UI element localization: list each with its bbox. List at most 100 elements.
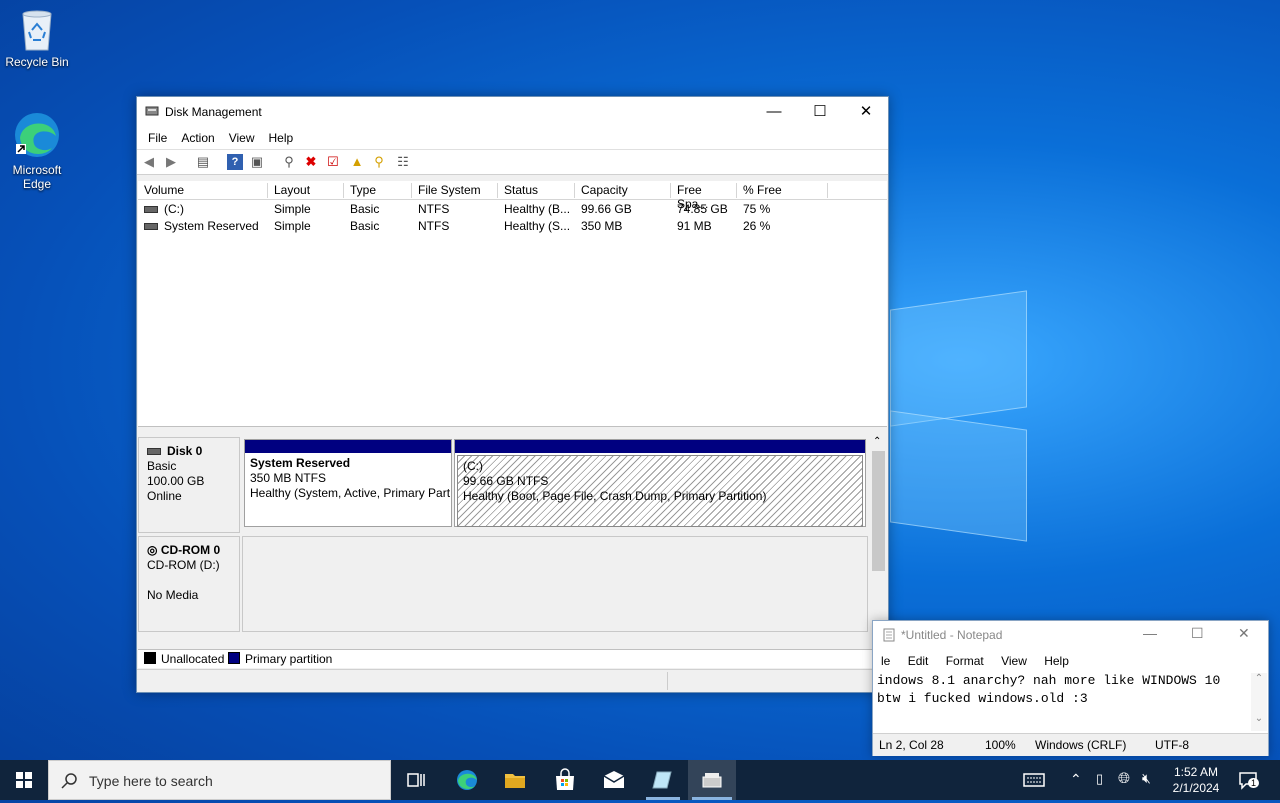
cdrom-icon: ◎ xyxy=(147,543,161,557)
cdrom-empty-area xyxy=(242,536,868,632)
disk-status: No Media xyxy=(147,588,199,602)
edge-icon[interactable] xyxy=(455,768,479,792)
column-header[interactable]: Volume xyxy=(138,183,268,198)
drive-icon xyxy=(144,223,158,231)
title-bar[interactable]: Disk Management — ☐ ✕ xyxy=(137,97,888,127)
folder-up-icon[interactable]: ▲ xyxy=(349,154,365,170)
volume-muted-icon[interactable]: 🔇︎ xyxy=(1142,770,1151,787)
cell-type: Basic xyxy=(350,202,380,216)
start-button[interactable] xyxy=(0,760,48,800)
scroll-down-icon[interactable]: ⌄ xyxy=(1251,713,1267,724)
notepad-status-bar: Ln 2, Col 28 100% Windows (CRLF) UTF-8 xyxy=(873,733,1268,756)
column-header[interactable]: % Free xyxy=(737,183,828,198)
cell-capacity: 99.66 GB xyxy=(581,202,632,216)
text-line: btw i fucked windows.old :3 xyxy=(877,691,1088,706)
volume-system-reserved[interactable]: System Reserved 350 MB NTFS Healthy (Sys… xyxy=(244,439,452,527)
menu-help[interactable]: Help xyxy=(1044,654,1069,668)
clock[interactable]: 1:52 AM 2/1/2024 xyxy=(1168,764,1224,796)
connect-drive-icon[interactable]: ⚲ xyxy=(281,154,297,170)
table-row[interactable]: (C:) Simple Basic NTFS Healthy (B... 99.… xyxy=(138,200,887,217)
menu-file[interactable]: File xyxy=(141,127,174,149)
drive-icon xyxy=(144,206,158,214)
battery-icon[interactable]: ▯ xyxy=(1096,771,1103,787)
scroll-up-icon[interactable]: ⌃ xyxy=(873,436,881,447)
cell-percent-free: 75 % xyxy=(743,202,771,216)
microsoft-store-icon[interactable] xyxy=(553,768,577,792)
column-header[interactable]: Layout xyxy=(268,183,344,198)
legend-primary: Primary partition xyxy=(228,652,332,666)
menu-format[interactable]: Format xyxy=(946,654,984,668)
notification-center-icon[interactable]: 1 xyxy=(1238,770,1260,790)
close-button[interactable]: ✕ xyxy=(843,97,889,127)
menu-file[interactable]: le xyxy=(881,654,890,668)
recycle-bin-icon xyxy=(22,10,52,51)
forward-arrow-icon[interactable]: ▶ xyxy=(163,154,179,170)
desktop-icon-recycle-bin[interactable]: Recycle Bin xyxy=(2,8,72,69)
column-header[interactable]: Status xyxy=(498,183,575,198)
cell-layout: Simple xyxy=(274,202,311,216)
keyboard-icon[interactable] xyxy=(1022,768,1046,792)
notepad-icon xyxy=(652,771,672,789)
desktop-icon-label: Recycle Bin xyxy=(5,55,69,69)
maximize-button[interactable]: ☐ xyxy=(1191,625,1204,642)
minimize-button[interactable]: — xyxy=(1143,625,1157,641)
desktop-icon-edge[interactable]: Microsoft Edge xyxy=(2,110,72,191)
desktop-icon-label: Microsoft Edge xyxy=(12,163,62,191)
volume-size: 350 MB NTFS xyxy=(250,471,327,485)
legend-swatch xyxy=(144,652,156,664)
notepad-text-area[interactable]: indows 8.1 anarchy? nah more like WINDOW… xyxy=(877,672,1247,708)
checklist-icon[interactable]: ☑ xyxy=(325,154,341,170)
back-arrow-icon[interactable]: ◀ xyxy=(141,154,157,170)
menu-action[interactable]: Action xyxy=(174,127,221,149)
taskbar-notepad[interactable] xyxy=(640,760,686,800)
disk-graphical-view: Disk 0 Basic 100.00 GB Online System Res… xyxy=(138,433,887,637)
volume-c[interactable]: (C:) 99.66 GB NTFS Healthy (Boot, Page F… xyxy=(454,439,866,527)
graph-scrollbar[interactable]: ⌃ ⌄ xyxy=(870,435,887,637)
line-ending: Windows (CRLF) xyxy=(1035,738,1127,752)
disk-0-label[interactable]: Disk 0 Basic 100.00 GB Online xyxy=(138,437,240,533)
column-header[interactable]: Capacity xyxy=(575,183,671,198)
column-header[interactable]: Type xyxy=(344,183,412,198)
scroll-thumb[interactable] xyxy=(872,451,885,571)
legend-bar: Unallocated Primary partition xyxy=(138,649,887,668)
disk-management-icon xyxy=(702,773,722,788)
volume-status: Healthy (Boot, Page File, Crash Dump, Pr… xyxy=(463,489,767,503)
column-header[interactable]: Free Spa... xyxy=(671,183,737,211)
taskbar-search-box[interactable]: Type here to search xyxy=(48,760,391,800)
disk-name: Disk 0 xyxy=(167,444,203,458)
status-bar xyxy=(137,669,888,692)
volume-status: Healthy (System, Active, Primary Part xyxy=(250,486,451,500)
column-header[interactable]: File System xyxy=(412,183,498,198)
notepad-scrollbar[interactable]: ⌃ ⌄ xyxy=(1251,673,1267,731)
menu-view[interactable]: View xyxy=(222,127,262,149)
delete-icon[interactable]: ✖ xyxy=(303,154,319,170)
mail-icon[interactable] xyxy=(602,768,626,792)
cdrom-0-label[interactable]: ◎ CD-ROM 0 CD-ROM (D:) No Media xyxy=(138,536,240,632)
network-globe-icon[interactable]: 🌐︎ xyxy=(1118,770,1130,787)
minimize-button[interactable]: — xyxy=(751,97,797,127)
legend-unallocated: Unallocated xyxy=(144,652,224,666)
show-hidden-icons-chevron-icon[interactable]: ⌃ xyxy=(1070,771,1082,788)
menu-view[interactable]: View xyxy=(1001,654,1027,668)
file-explorer-icon[interactable] xyxy=(503,768,527,792)
scroll-up-icon[interactable]: ⌃ xyxy=(1251,673,1267,684)
console-tree-icon[interactable]: ▤ xyxy=(195,154,211,170)
table-row[interactable]: System Reserved Simple Basic NTFS Health… xyxy=(138,217,887,234)
settings-panel-icon[interactable]: ☷ xyxy=(395,154,411,170)
properties-view-icon[interactable]: ▣ xyxy=(249,154,265,170)
cell-type: Basic xyxy=(350,219,380,233)
disk-name: CD-ROM 0 xyxy=(160,543,221,557)
cell-capacity: 350 MB xyxy=(581,219,623,233)
task-view-icon[interactable] xyxy=(404,768,428,792)
primary-partition-bar xyxy=(455,440,865,453)
menu-help[interactable]: Help xyxy=(262,127,301,149)
menu-edit[interactable]: Edit xyxy=(908,654,929,668)
maximize-button[interactable]: ☐ xyxy=(797,97,843,127)
close-button[interactable]: ✕ xyxy=(1238,625,1250,642)
notepad-window: *Untitled - Notepad — ☐ ✕ le Edit Format… xyxy=(872,620,1269,756)
folder-search-icon[interactable]: ⚲ xyxy=(371,154,387,170)
taskbar-disk-management[interactable] xyxy=(688,760,736,800)
notification-badge: 1 xyxy=(1248,778,1260,788)
help-icon[interactable]: ? xyxy=(227,154,243,170)
disk-management-icon xyxy=(145,106,159,116)
